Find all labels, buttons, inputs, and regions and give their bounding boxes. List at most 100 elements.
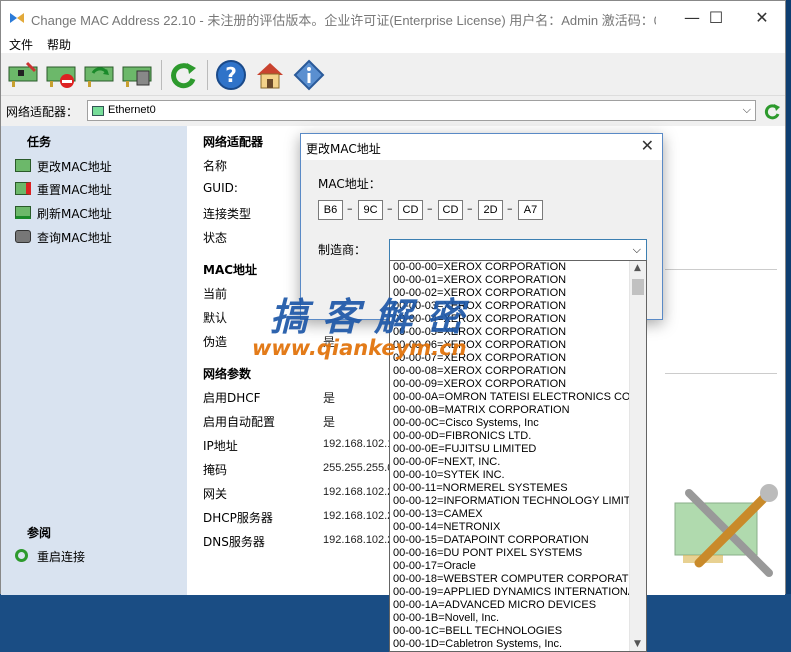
scroll-down-arrow-icon[interactable]: ▼ — [634, 639, 641, 649]
dropdown-scrollbar[interactable]: ▲ ▼ — [629, 261, 646, 651]
section-divider — [665, 373, 777, 374]
toolbar-separator — [207, 60, 208, 90]
row-value: 255.255.255.0 — [323, 462, 394, 474]
vendor-option[interactable]: 00-00-1C=BELL TECHNOLOGIES — [390, 625, 630, 638]
vendor-option[interactable]: 00-00-17=Oracle — [390, 560, 630, 573]
vendor-option[interactable]: 00-00-1D=Cabletron Systems, Inc. — [390, 638, 630, 651]
watermark-url: www.qiankeym.cn — [252, 336, 467, 360]
row-label: DNS服务器 — [203, 535, 265, 549]
vendor-select[interactable]: ⌵ — [389, 239, 647, 261]
window-title: Change MAC Address 22.10 - 未注册的评估版本。企业许可… — [31, 13, 656, 28]
change-mac-icon[interactable] — [7, 59, 39, 91]
row-label: 默认 — [203, 311, 228, 325]
query-mac-icon[interactable] — [121, 59, 153, 91]
row-label: 名称 — [203, 159, 228, 173]
close-button[interactable]: ✕ — [739, 1, 785, 35]
vendor-option[interactable]: 00-00-1B=Novell, Inc. — [390, 612, 630, 625]
row-value: 192.168.102.1 — [323, 438, 394, 450]
adapter-label: 网络适配器： — [6, 105, 79, 119]
vendor-option[interactable]: 00-00-15=DATAPOINT CORPORATION — [390, 534, 630, 547]
task-label: 查询MAC地址 — [37, 231, 112, 245]
references-heading: 参阅 — [27, 526, 52, 540]
restore-mac-icon[interactable] — [45, 59, 77, 91]
octet-separator: – — [507, 202, 513, 215]
mac-octet-1[interactable]: B6 — [318, 200, 343, 220]
vendor-option[interactable]: 00-00-09=XEROX CORPORATION — [390, 378, 630, 391]
watermark-logo: 搞客解密 — [270, 294, 479, 339]
task-label: 更改MAC地址 — [37, 160, 112, 174]
toolbar: ? — [1, 54, 785, 96]
vendor-option[interactable]: 00-00-08=XEROX CORPORATION — [390, 365, 630, 378]
home-icon[interactable] — [254, 59, 286, 91]
adapter-bar: 网络适配器： Ethernet0 ⌵ — [1, 97, 785, 125]
task-pane: 任务 更改MAC地址 重置MAC地址 刷新MAC地址 查询MAC地址 参阅 重启… — [1, 126, 187, 595]
info-icon[interactable] — [293, 59, 325, 91]
octet-separator: – — [427, 202, 433, 215]
vendor-option[interactable]: 00-00-00=XEROX CORPORATION — [390, 261, 630, 274]
row-label: 启用自动配置 — [203, 415, 276, 429]
section-divider — [665, 269, 777, 270]
vendor-option[interactable]: 00-00-1A=ADVANCED MICRO DEVICES — [390, 599, 630, 612]
title-bar: Change MAC Address 22.10 - 未注册的评估版本。企业许可… — [1, 1, 785, 35]
maximize-button[interactable]: ☐ — [693, 1, 739, 35]
mac-octet-4[interactable]: CD — [438, 200, 463, 220]
vendor-option[interactable]: 00-00-13=CAMEX — [390, 508, 630, 521]
vendor-option[interactable]: 00-00-12=INFORMATION TECHNOLOGY LIMITED — [390, 495, 630, 508]
vendor-option[interactable]: 00-00-0D=FIBRONICS LTD. — [390, 430, 630, 443]
menu-file[interactable]: 文件 — [9, 36, 33, 53]
mac-address-label: MAC地址： — [318, 177, 381, 191]
svg-text:?: ? — [225, 63, 237, 87]
vendor-option[interactable]: 00-00-18=WEBSTER COMPUTER CORPORATION — [390, 573, 630, 586]
reset-mac-icon — [15, 182, 31, 195]
row-label: 启用DHCF — [203, 391, 261, 405]
scroll-up-arrow-icon[interactable]: ▲ — [634, 263, 641, 273]
mac-octet-5[interactable]: 2D — [478, 200, 503, 220]
vendor-option[interactable]: 00-00-14=NETRONIX — [390, 521, 630, 534]
vendor-option[interactable]: 00-00-0A=OMRON TATEISI ELECTRONICS CO. — [390, 391, 630, 404]
task-label: 重置MAC地址 — [37, 183, 112, 197]
row-label: IP地址 — [203, 439, 238, 453]
row-label: 掩码 — [203, 463, 228, 477]
vendor-option[interactable]: 00-00-0B=MATRIX CORPORATION — [390, 404, 630, 417]
row-value: 192.168.102.2 — [323, 486, 394, 498]
help-icon[interactable]: ? — [215, 59, 247, 91]
menu-help[interactable]: 帮助 — [47, 36, 71, 53]
vendor-option[interactable]: 00-00-0C=Cisco Systems, Inc — [390, 417, 630, 430]
mac-octet-3[interactable]: CD — [398, 200, 423, 220]
vendor-option[interactable]: 00-00-16=DU PONT PIXEL SYSTEMS — [390, 547, 630, 560]
network-card-icon — [92, 106, 104, 116]
tasks-heading: 任务 — [27, 135, 52, 149]
dialog-title: 更改MAC地址 — [306, 142, 381, 156]
change-mac-icon — [15, 159, 31, 172]
toolbar-separator — [161, 60, 162, 90]
row-label: 连接类型 — [203, 207, 252, 221]
row-label: 当前 — [203, 287, 228, 301]
menu-bar: 文件 帮助 — [1, 35, 785, 53]
mac-octet-2[interactable]: 9C — [358, 200, 383, 220]
row-label: GUID: — [203, 181, 238, 195]
vendor-option[interactable]: 00-00-0F=NEXT, INC. — [390, 456, 630, 469]
reload-icon[interactable] — [167, 59, 199, 91]
row-label: 状态 — [203, 231, 228, 245]
vendor-option[interactable]: 00-00-0E=FUJITSU LIMITED — [390, 443, 630, 456]
vendor-option[interactable]: 00-00-10=SYTEK INC. — [390, 469, 630, 482]
row-label: 网关 — [203, 487, 228, 501]
chevron-down-icon: ⌵ — [742, 103, 751, 116]
restart-icon — [15, 549, 28, 562]
row-label: DHCP服务器 — [203, 511, 273, 525]
adapter-select[interactable]: Ethernet0 ⌵ — [87, 100, 756, 121]
refresh-mac-icon[interactable] — [83, 59, 115, 91]
scrollbar-thumb[interactable] — [632, 279, 644, 295]
octet-separator: – — [387, 202, 393, 215]
refresh-adapters-icon[interactable] — [763, 102, 781, 120]
vendor-option[interactable]: 00-00-19=APPLIED DYNAMICS INTERNATIONAL — [390, 586, 630, 599]
vendor-option[interactable]: 00-00-11=NORMEREL SYSTEMES — [390, 482, 630, 495]
chevron-down-icon: ⌵ — [632, 243, 641, 256]
adapter-section-heading: 网络适配器 — [203, 135, 264, 149]
dialog-close-button[interactable]: ✕ — [641, 136, 654, 155]
mac-octet-6[interactable]: A7 — [518, 200, 543, 220]
network-section-heading: 网络参数 — [203, 367, 252, 381]
network-card-tools-illustration — [674, 484, 778, 577]
row-value: 是 — [323, 415, 336, 429]
refresh-mac-icon — [15, 206, 31, 219]
